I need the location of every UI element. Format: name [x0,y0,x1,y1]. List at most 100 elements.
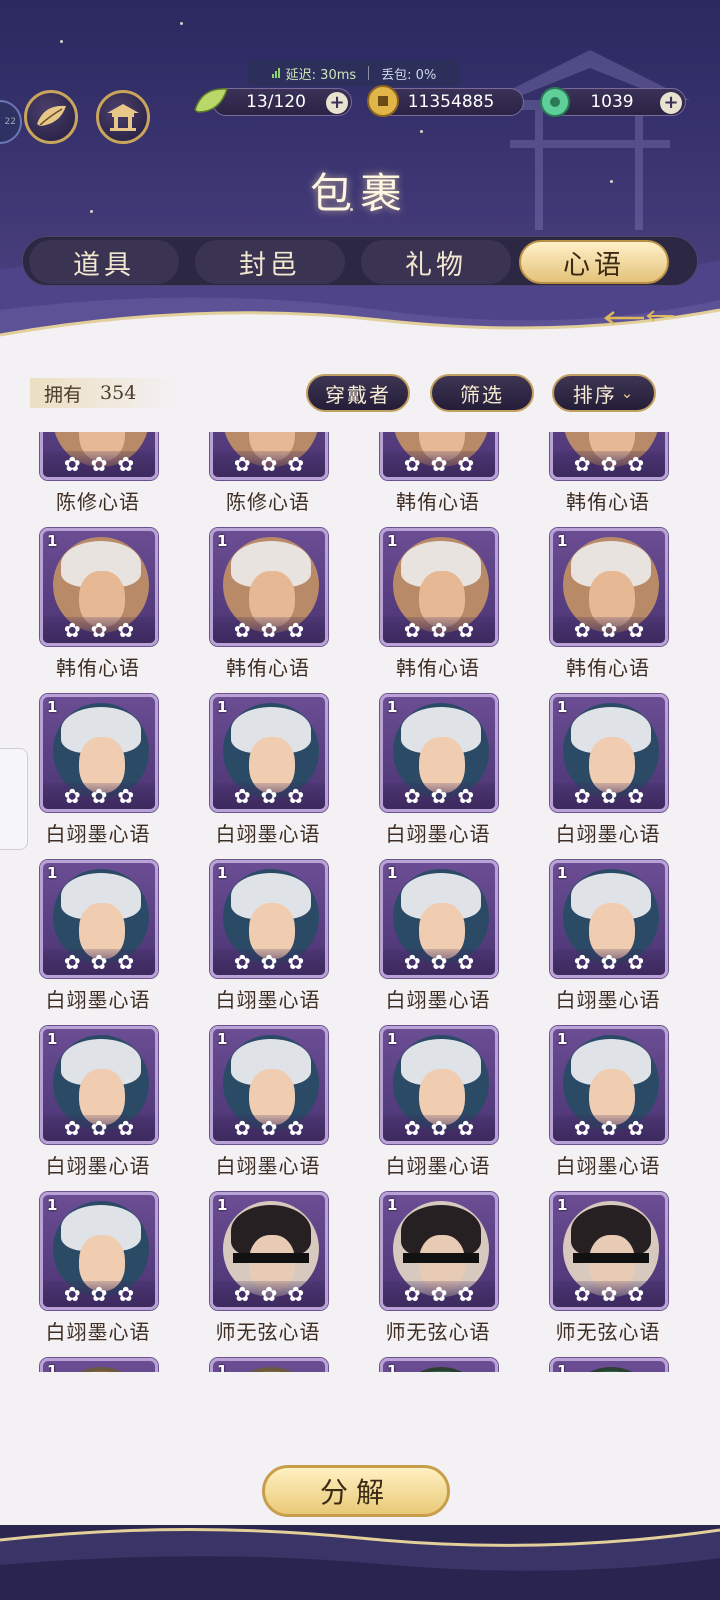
item-quantity: 1 [217,864,228,882]
jade-value: 1039 [590,92,634,112]
blossom-rating: ✿ ✿ ✿ [213,949,325,975]
inventory-item[interactable]: 1✿✿✿韩侑心语 [548,528,668,694]
item-card: 1✿✿✿ [40,1358,158,1372]
sort-button[interactable]: 排序 ⌄ [552,374,656,412]
item-name: 白翊墨心语 [215,822,321,846]
blossom-rating: ✿ ✿ ✿ [43,617,155,643]
blossom-icon: ✿ [600,1116,618,1140]
item-name: 韩侑心语 [396,656,480,680]
blossom-rating: ✿ ✿ ✿ [553,949,665,975]
blossom-rating: ✿ ✿ ✿ [43,1115,155,1141]
inventory-item[interactable]: 1 ✿ ✿ ✿ 白翊墨心语 [208,860,328,1026]
filter-button[interactable]: 筛选 [430,374,534,412]
inventory-item[interactable]: 1 ✿ ✿ ✿ 白翊墨心语 [208,694,328,860]
character-portrait [563,1367,659,1372]
arrow-decoration-icon [604,310,674,325]
inventory-item[interactable]: 1 ✿ ✿ ✿ 白翊墨心语 [378,1026,498,1192]
inventory-item[interactable]: 1 ✿ ✿ ✿ 白翊墨心语 [548,860,668,1026]
character-portrait [53,1367,149,1372]
blossom-icon: ✿ [600,950,618,974]
blossom-icon: ✿ [63,950,81,974]
item-card: 1✿✿✿ [40,528,158,646]
item-name: 韩侑心语 [56,656,140,680]
wearer-label: 穿戴者 [325,382,391,407]
blossom-icon: ✿ [260,452,278,476]
item-name: 韩侑心语 [226,656,310,680]
item-quantity: 1 [557,864,568,882]
inventory-item[interactable]: 1✿✿✿ [208,1358,328,1372]
inventory-item[interactable]: 1 ✿ ✿ ✿ 白翊墨心语 [38,860,158,1026]
item-card: 1✿✿✿ [380,1358,498,1372]
inventory-item[interactable]: 1 ✿ ✿ ✿ 师无弦心语 [378,1192,498,1358]
inventory-item[interactable]: 1 ✿ ✿ ✿ 白翊墨心语 [38,1026,158,1192]
item-name: 陈修心语 [56,490,140,514]
inventory-item[interactable]: 1✿✿✿ 陈修心语 [38,432,158,528]
item-card: 1✿✿✿ [380,432,498,480]
blossom-icon: ✿ [63,618,81,642]
divider [368,66,370,80]
blossom-rating: ✿ ✿ ✿ [383,783,495,809]
inventory-item[interactable]: 1✿✿✿韩侑心语 [378,528,498,694]
inventory-item[interactable]: 1 ✿ ✿ ✿ 师无弦心语 [548,1192,668,1358]
inventory-item[interactable]: 1✿✿✿ [378,1358,498,1372]
blossom-icon: ✿ [600,618,618,642]
tab-heart-words[interactable]: 心语 [519,240,669,284]
owned-label: 拥有 [44,383,83,406]
blossom-icon: ✿ [430,452,448,476]
pavilion-menu-button[interactable] [96,90,150,144]
item-name: 白翊墨心语 [555,988,661,1012]
inventory-item[interactable]: 1 ✿ ✿ ✿ 白翊墨心语 [38,694,158,860]
blossom-icon: ✿ [90,950,108,974]
add-stamina-button[interactable]: + [326,92,348,114]
blossom-icon: ✿ [260,1116,278,1140]
latency-text: 延迟: 30ms [285,67,357,83]
wearer-filter-button[interactable]: 穿戴者 [306,374,410,412]
inventory-item[interactable]: 1 ✿ ✿ ✿ 白翊墨心语 [208,1026,328,1192]
blossom-icon: ✿ [430,1116,448,1140]
portrait-blindfold [573,1253,649,1263]
blossom-rating: ✿ ✿ ✿ [43,949,155,975]
blossom-rating: ✿ ✿ ✿ [553,1115,665,1141]
leaf-menu-button[interactable] [24,90,78,144]
inventory-item[interactable]: 1✿✿✿韩侑心语 [548,432,668,528]
item-quantity: 1 [217,1362,228,1372]
add-jade-button[interactable]: + [660,92,682,114]
leaf-stamina-icon [194,88,228,113]
inventory-item[interactable]: 1✿✿✿韩侑心语 [208,528,328,694]
inventory-item[interactable]: 1 ✿ ✿ ✿ 白翊墨心语 [378,694,498,860]
blossom-icon: ✿ [287,618,305,642]
item-card: 1✿✿✿ [40,1192,158,1310]
blossom-icon: ✿ [403,618,421,642]
item-name: 白翊墨心语 [385,822,491,846]
inventory-item[interactable]: 1 ✿ ✿ ✿ 师无弦心语 [208,1192,328,1358]
blossom-icon: ✿ [403,1116,421,1140]
jade-icon [540,87,570,117]
inventory-item[interactable]: 1 ✿ ✿ ✿ 白翊墨心语 [38,1192,158,1358]
sort-label: 排序 [572,382,617,407]
inventory-item[interactable]: 1 ✿ ✿ ✿ 白翊墨心语 [548,694,668,860]
inventory-item[interactable]: 1✿✿✿ [548,1358,668,1372]
item-card: 1✿✿✿ [40,432,158,480]
blossom-rating: ✿ ✿ ✿ [383,1281,495,1307]
item-quantity: 1 [217,698,228,716]
category-tabs: 道具 封邑 礼物 心语 [22,236,698,286]
decompose-button[interactable]: 分解 [262,1465,450,1517]
inventory-item[interactable]: 1✿✿✿ [38,1358,158,1372]
inventory-item[interactable]: 1✿✿✿韩侑心语 [378,432,498,528]
item-card: 1✿✿✿ [210,432,328,480]
inventory-item[interactable]: 1 ✿ ✿ ✿ 白翊墨心语 [378,860,498,1026]
blossom-icon: ✿ [573,950,591,974]
item-quantity: 1 [387,1362,398,1372]
tab-fief[interactable]: 封邑 [195,240,345,284]
portrait-hair [61,1371,141,1372]
item-quantity: 1 [387,698,398,716]
item-grid-viewport[interactable]: 1✿✿✿陈修心语1✿✿✿陈修心语1✿✿✿韩侑心语1✿✿✿韩侑心语1✿✿✿韩侑心语… [0,432,720,1372]
inventory-item[interactable]: 1✿✿✿陈修心语 [208,432,328,528]
tab-gifts[interactable]: 礼物 [361,240,511,284]
inventory-item[interactable]: 1 ✿ ✿ ✿ 白翊墨心语 [548,1026,668,1192]
inventory-item[interactable]: 1✿✿✿ 韩侑心语 [38,528,158,694]
item-card: 1✿✿✿ [40,694,158,812]
item-card: 1✿✿✿ [380,860,498,978]
tab-items[interactable]: 道具 [29,240,179,284]
item-quantity: 1 [47,698,58,716]
